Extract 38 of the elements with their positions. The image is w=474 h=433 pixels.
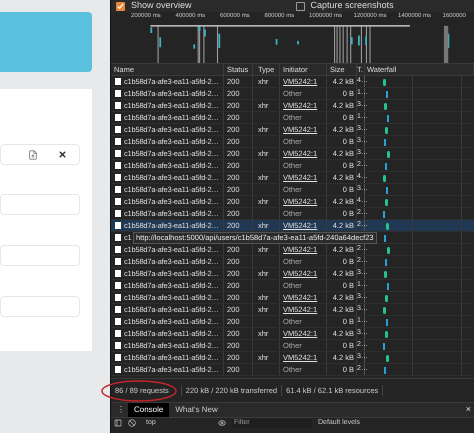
- waterfall-bar: [384, 271, 387, 278]
- waterfall-bar: [384, 103, 388, 110]
- sidebar-icon[interactable]: [114, 419, 122, 427]
- clear-icon[interactable]: [128, 419, 136, 427]
- drawer-tab[interactable]: Console: [128, 403, 170, 417]
- drawer-tab[interactable]: What's New: [169, 403, 224, 417]
- input-field[interactable]: [0, 296, 80, 316]
- waterfall-bar: [387, 247, 390, 254]
- waterfall-bar: [386, 187, 388, 194]
- waterfall-bar: [384, 199, 388, 206]
- waterfall-bar: [385, 295, 388, 302]
- checkbox-label: Show overview: [131, 0, 192, 12]
- waterfall-bar: [386, 355, 389, 362]
- input-field[interactable]: [0, 244, 80, 266]
- eye-icon[interactable]: [218, 419, 226, 427]
- waterfall-bar: [384, 331, 388, 338]
- upload-icon[interactable]: [28, 150, 38, 160]
- checkbox[interactable]: [296, 2, 305, 10]
- waterfall-bar: [384, 367, 386, 374]
- input-field[interactable]: [0, 194, 80, 214]
- waterfall-bar: [386, 91, 388, 98]
- checkmark-icon: [117, 2, 124, 10]
- file-field[interactable]: [0, 144, 80, 165]
- checkbox-label: Capture screenshots: [310, 0, 394, 12]
- waterfall-bar: [386, 151, 390, 158]
- waterfall-bar: [385, 259, 388, 266]
- waterfall-bar: [383, 307, 386, 314]
- waterfall-bar: [384, 139, 386, 146]
- waterfall-bar: [383, 175, 386, 182]
- drawer-menu-button[interactable]: ⋮: [114, 404, 128, 416]
- waterfall-bar: [386, 319, 388, 326]
- close-icon[interactable]: [58, 150, 67, 159]
- waterfall-bar: [386, 223, 389, 230]
- waterfall-bar: [386, 283, 389, 290]
- waterfall-bar: [384, 235, 386, 242]
- waterfall-bar: [383, 79, 386, 86]
- waterfall-bar: [385, 127, 388, 134]
- close-drawer-button[interactable]: ×: [462, 403, 474, 417]
